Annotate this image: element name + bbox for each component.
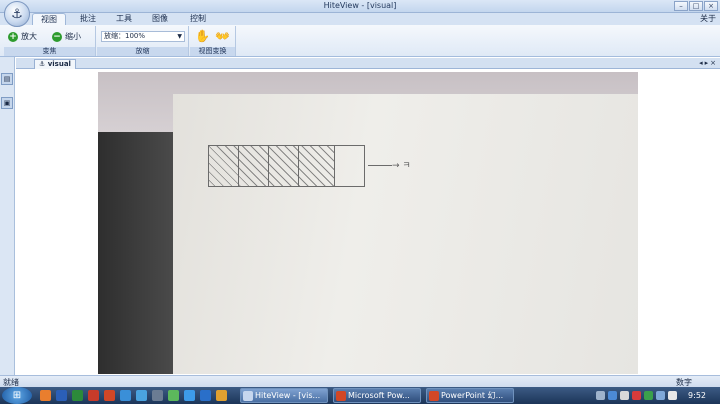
zoom-group-label: 变焦 <box>4 47 95 56</box>
about-link[interactable]: 关于 <box>700 13 716 25</box>
browser-icon[interactable] <box>120 390 131 401</box>
antivirus-icon[interactable] <box>644 391 654 400</box>
image-dark-region <box>98 132 173 374</box>
taskbar: ⊞ HiteView - [vis... Microsoft Pow... Po… <box>0 387 720 404</box>
folder-icon[interactable] <box>216 390 227 401</box>
ie-icon[interactable] <box>136 390 147 401</box>
flag-icon[interactable] <box>656 391 666 400</box>
grab-hand-icon[interactable]: 👐 <box>215 29 230 43</box>
pdf-icon[interactable] <box>88 390 99 401</box>
restore-button[interactable]: □ <box>689 1 703 11</box>
window-title: HiteView - [visual] <box>323 1 397 10</box>
powerpoint-icon[interactable] <box>104 390 115 401</box>
security-icon[interactable] <box>632 391 642 400</box>
task-microsoft-powerpoint[interactable]: Microsoft Pow... <box>333 388 421 403</box>
fraction-rectangle <box>208 145 365 187</box>
rect-divider <box>334 145 335 187</box>
rect-divider <box>238 145 239 187</box>
window-controls: – □ × <box>674 1 718 11</box>
powerpoint-icon <box>336 391 346 401</box>
scale-group: 放缩：100% ▼ 放缩 <box>97 26 189 56</box>
start-button[interactable]: ⊞ <box>2 387 32 404</box>
rect-divider <box>268 145 269 187</box>
hiteview-icon <box>243 391 253 401</box>
document-tab-visual[interactable]: ⚓ visual <box>34 59 76 69</box>
minus-icon: − <box>52 31 62 42</box>
rect-divider <box>298 145 299 187</box>
excel-icon[interactable] <box>72 390 83 401</box>
pan-hand-icon[interactable]: ✋ <box>195 29 210 43</box>
document-tab-label: visual <box>47 60 71 68</box>
task-powerpoint-slideshow[interactable]: PowerPoint 幻... <box>426 388 514 403</box>
ribbon: + 放大 − 缩小 变焦 放缩：100% ▼ 放缩 ✋ 👐 视图变换 <box>0 25 720 57</box>
chevron-down-icon: ▼ <box>177 33 182 40</box>
zoom-level-select[interactable]: 放缩：100% ▼ <box>101 31 185 42</box>
word-icon[interactable] <box>56 390 67 401</box>
thumbnail-panel-icon[interactable]: ▤ <box>1 73 13 85</box>
left-sidebar: ▤ ▣ <box>0 57 15 375</box>
arrow-line <box>368 165 392 166</box>
volume-icon[interactable] <box>668 391 678 400</box>
qq-icon[interactable] <box>184 390 195 401</box>
status-bar: 就绪 数字 <box>0 375 720 387</box>
chat-icon[interactable] <box>168 390 179 401</box>
tab-image[interactable]: 图像 <box>144 13 176 25</box>
system-tray: 9:52 <box>596 387 720 404</box>
handwritten-note: → ㅋ <box>392 161 411 171</box>
scale-group-label: 放缩 <box>97 47 188 56</box>
document-tab-row: ⚓ visual ◂▸× <box>16 58 720 69</box>
task-label: PowerPoint 幻... <box>441 391 504 400</box>
task-label: HiteView - [vis... <box>255 391 321 400</box>
task-hiteview[interactable]: HiteView - [vis... <box>240 388 328 403</box>
title-bar: HiteView - [visual] – □ × <box>0 0 720 13</box>
tab-annotate[interactable]: 批注 <box>72 13 104 25</box>
zoom-in-button[interactable]: + 放大 <box>8 30 37 43</box>
powerpoint-icon <box>429 391 439 401</box>
network-icon[interactable] <box>608 391 618 400</box>
zoom-out-label: 缩小 <box>65 32 81 41</box>
ribbon-tab-row: 视图 批注 工具 图像 控制 关于 <box>0 13 720 25</box>
zoom-in-label: 放大 <box>21 32 37 41</box>
tab-view[interactable]: 视图 <box>32 13 66 25</box>
view-transform-group: ✋ 👐 视图变换 <box>190 26 236 56</box>
page-panel-icon[interactable]: ▣ <box>1 97 13 109</box>
document-nav-icons[interactable]: ◂▸× <box>699 58 718 68</box>
firefox-icon[interactable] <box>40 390 51 401</box>
app-menu-orb-icon[interactable]: ⚓ <box>4 1 30 27</box>
minimize-button[interactable]: – <box>674 1 688 11</box>
zoom-out-button[interactable]: − 缩小 <box>52 30 81 43</box>
media-icon[interactable] <box>200 390 211 401</box>
clock: 9:52 <box>688 391 706 400</box>
zoom-group: + 放大 − 缩小 变焦 <box>4 26 96 56</box>
close-button[interactable]: × <box>704 1 718 11</box>
camera-image: → ㅋ <box>98 72 638 374</box>
plus-icon: + <box>8 31 18 42</box>
paper-sheet <box>173 94 638 374</box>
explorer-icon[interactable] <box>152 390 163 401</box>
view-transform-group-label: 视图变换 <box>190 47 235 56</box>
task-label: Microsoft Pow... <box>348 391 410 400</box>
usb-icon[interactable] <box>620 391 630 400</box>
zoom-level-value: 放缩：100% <box>104 32 146 40</box>
keyboard-icon[interactable] <box>596 391 606 400</box>
tab-tools[interactable]: 工具 <box>108 13 140 25</box>
tab-control[interactable]: 控制 <box>182 13 214 25</box>
